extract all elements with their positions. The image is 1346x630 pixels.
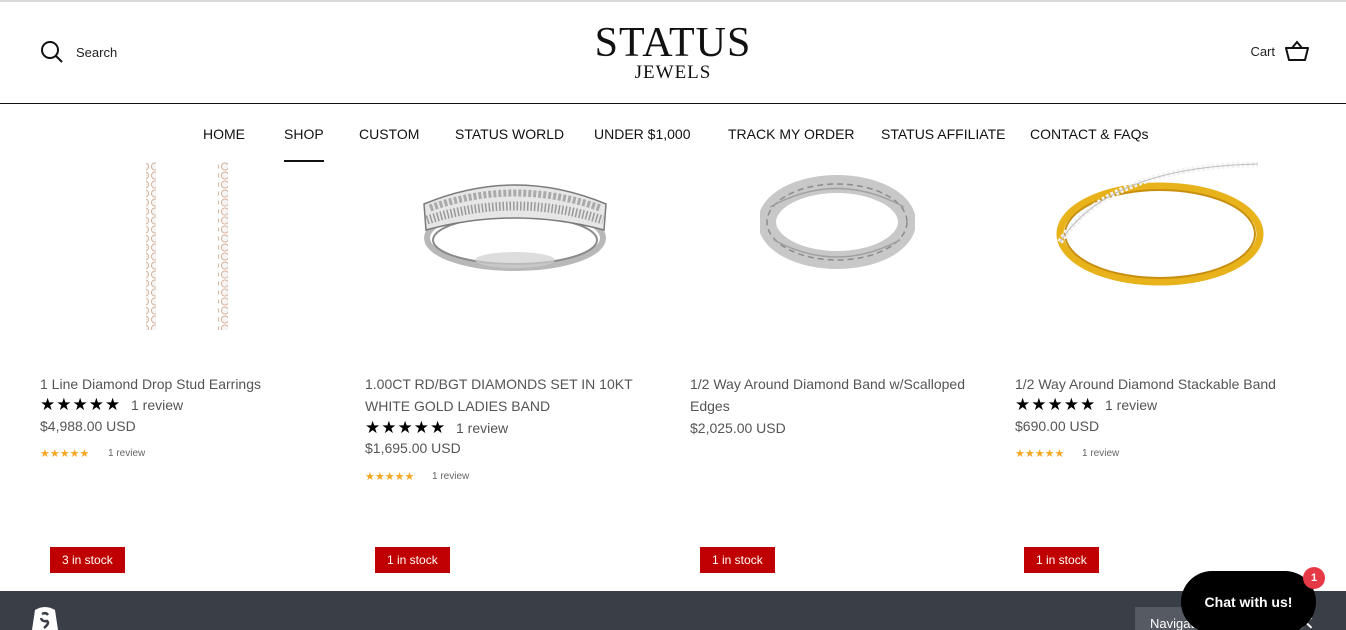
site-logo[interactable]: STATUS JEWELS: [0, 22, 1346, 82]
stock-badge: 3 in stock: [50, 547, 125, 573]
basket-icon: [1285, 40, 1309, 61]
product-image-white-gold-band[interactable]: [418, 168, 613, 283]
review-count[interactable]: 1 review: [1105, 395, 1157, 415]
cart-label: Cart: [1250, 43, 1275, 59]
product-title[interactable]: 1 Line Diamond Drop Stud Earrings: [40, 373, 320, 395]
site-header: Search STATUS JEWELS Cart: [0, 2, 1346, 104]
rating-stars-small: ★★★★★: [40, 448, 90, 460]
nav-under-1000[interactable]: UNDER $1,000: [594, 126, 691, 142]
review-count[interactable]: 1 review: [456, 418, 508, 438]
rating-stars-small: ★★★★★: [365, 471, 415, 483]
nav-custom[interactable]: CUSTOM: [359, 126, 419, 142]
rating-stars: ★★★★★: [40, 395, 122, 414]
product-title[interactable]: 1/2 Way Around Diamond Band w/Scalloped …: [690, 373, 970, 417]
product-title[interactable]: 1/2 Way Around Diamond Stackable Band: [1015, 373, 1295, 395]
review-count-small[interactable]: 1 review: [432, 470, 469, 484]
nav-status-affiliate[interactable]: STATUS AFFILIATE: [881, 126, 1005, 142]
chat-button[interactable]: Chat with us!: [1181, 571, 1316, 630]
logo-line2: JEWELS: [634, 62, 712, 83]
stock-badge: 1 in stock: [1024, 547, 1099, 573]
shopify-icon: [28, 604, 62, 630]
product-price: $1,695.00 USD: [365, 440, 461, 456]
review-count-small[interactable]: 1 review: [1082, 447, 1119, 461]
rating-stars: ★★★★★: [1015, 395, 1097, 414]
nav-status-world[interactable]: STATUS WORLD: [455, 126, 564, 142]
stock-badge: 1 in stock: [700, 547, 775, 573]
product-image-earrings[interactable]: [140, 162, 240, 337]
main-nav: HOME SHOP CUSTOM STATUS WORLD UNDER $1,0…: [0, 104, 1346, 162]
review-count-small[interactable]: 1 review: [108, 447, 145, 461]
nav-home[interactable]: HOME: [203, 126, 245, 142]
stock-badge: 1 in stock: [375, 547, 450, 573]
product-price: $690.00 USD: [1015, 418, 1100, 434]
product-price: $2,025.00 USD: [690, 420, 786, 436]
chat-notification-badge: 1: [1303, 567, 1325, 589]
rating-stars: ★★★★★: [365, 418, 447, 437]
review-count[interactable]: 1 review: [131, 395, 183, 415]
product-title[interactable]: 1.00CT RD/BGT DIAMONDS SET IN 10KT WHITE…: [365, 373, 645, 417]
nav-contact-faqs[interactable]: CONTACT & FAQs: [1030, 126, 1149, 142]
product-image-scalloped-band[interactable]: [758, 162, 916, 277]
cart-button[interactable]: Cart: [1250, 40, 1309, 62]
nav-track-order[interactable]: TRACK MY ORDER: [728, 126, 855, 142]
product-price: $4,988.00 USD: [40, 418, 136, 434]
logo-line1: STATUS: [594, 20, 752, 66]
nav-shop[interactable]: SHOP: [284, 126, 324, 162]
product-image-gold-stackable-band[interactable]: [1048, 161, 1278, 297]
rating-stars-small: ★★★★★: [1015, 448, 1065, 460]
